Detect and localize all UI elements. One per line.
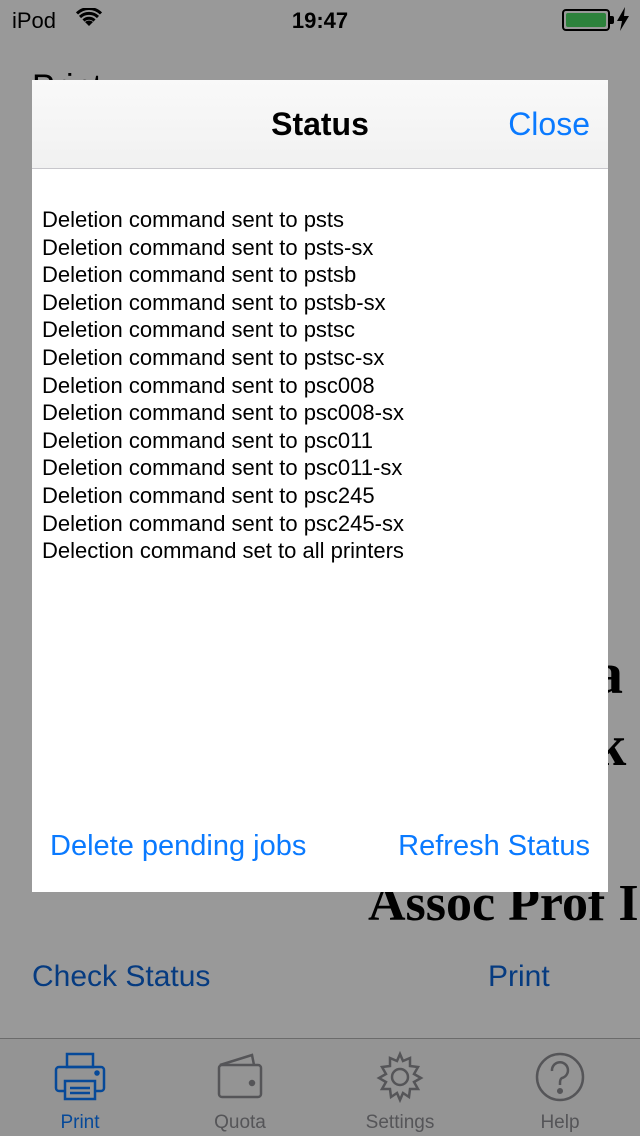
log-line: Delection command set to all printers bbox=[42, 538, 404, 564]
log-line: Deletion command sent to psc008-sx bbox=[42, 400, 404, 426]
close-button[interactable]: Close bbox=[508, 106, 590, 143]
status-modal: Status Close Deletion command sent to ps… bbox=[32, 80, 608, 892]
log-line: Deletion command sent to psc008 bbox=[42, 372, 375, 398]
status-log: Deletion command sent to psts Deletion c… bbox=[42, 206, 598, 565]
modal-header: Status Close bbox=[32, 80, 608, 169]
log-line: Deletion command sent to pstsb bbox=[42, 262, 357, 288]
refresh-status-button[interactable]: Refresh Status bbox=[398, 830, 590, 863]
log-line: Deletion command sent to psts bbox=[42, 207, 345, 232]
log-line: Deletion command sent to pstsc-sx bbox=[42, 344, 385, 370]
log-line: Deletion command sent to psts-sx bbox=[42, 234, 374, 260]
log-line: Deletion command sent to psc245 bbox=[42, 482, 375, 508]
log-line: Deletion command sent to psc011-sx bbox=[42, 455, 403, 481]
delete-pending-jobs-button[interactable]: Delete pending jobs bbox=[50, 830, 306, 863]
log-line: Deletion command sent to pstsb-sx bbox=[42, 289, 386, 315]
log-line: Deletion command sent to pstsc bbox=[42, 317, 356, 343]
log-line: Deletion command sent to psc011 bbox=[42, 427, 373, 453]
log-line: Deletion command sent to psc245-sx bbox=[42, 510, 404, 536]
